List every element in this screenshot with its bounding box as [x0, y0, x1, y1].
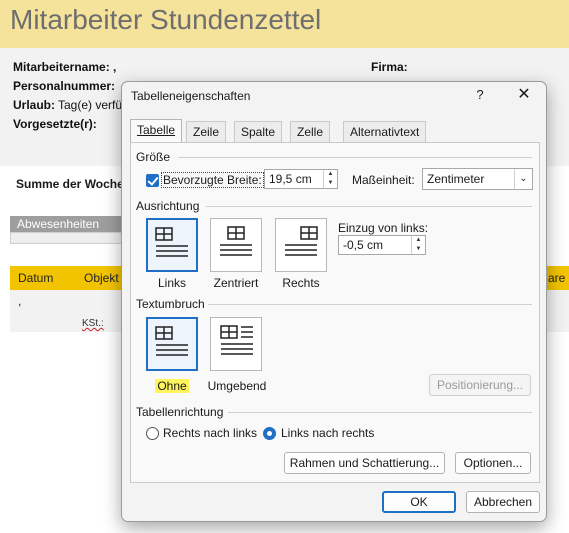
abwesenheiten-row	[10, 232, 122, 244]
ok-button[interactable]: OK	[382, 491, 456, 513]
positioning-button[interactable]: Positionierung...	[429, 374, 531, 396]
tab-tabelle-label: Tabelle	[137, 123, 176, 137]
tab-zelle[interactable]: Zelle	[290, 121, 331, 142]
spin-up-icon[interactable]: ▲	[324, 170, 337, 179]
preferred-width-stepper[interactable]: 19,5 cm ▲ ▼	[264, 169, 338, 189]
align-right-icon	[285, 226, 318, 256]
tab-tabelle[interactable]: Tabelle	[130, 119, 183, 142]
summe-heading: Summe der Wocher	[16, 177, 129, 191]
wrap-around-option[interactable]	[210, 317, 262, 371]
groesse-group-label: Größe	[136, 150, 171, 164]
cancel-button[interactable]: Abbrechen	[466, 491, 540, 513]
spin-down-icon[interactable]: ▼	[324, 179, 337, 188]
wrap-around-label: Umgebend	[207, 379, 267, 393]
unit-label: Maßeinheit:	[352, 173, 415, 187]
align-center-icon	[220, 226, 252, 256]
tab-alternativtext[interactable]: Alternativtext	[343, 121, 427, 142]
wrap-none-label-wrapper: Ohne	[146, 379, 198, 393]
unit-value: Zentimeter	[427, 172, 485, 186]
wrap-none-icon	[155, 326, 188, 356]
textumbruch-group-label: Textumbruch	[136, 297, 205, 311]
preferred-width-checkbox[interactable]	[146, 174, 159, 187]
tab-zelle-label: Zelle	[297, 125, 324, 139]
align-left-label: Links	[157, 276, 186, 290]
firma-label: Firma:	[371, 60, 408, 74]
align-right-option[interactable]	[275, 218, 327, 272]
tab-zeile-label: Zeile	[193, 125, 220, 139]
preferred-width-value: 19,5 cm	[269, 172, 312, 186]
textumbruch-divider	[208, 304, 532, 305]
tab-alternativtext-label: Alternativtext	[350, 125, 420, 139]
indent-label: Einzug von links:	[338, 221, 429, 235]
preferred-width-spin-buttons: ▲ ▼	[323, 170, 337, 188]
wrap-around-icon	[220, 325, 253, 355]
align-center-label: Zentriert	[213, 276, 259, 290]
indent-stepper[interactable]: -0,5 cm ▲ ▼	[338, 235, 426, 255]
align-right-label: Rechts	[282, 276, 320, 290]
borders-shading-button[interactable]: Rahmen und Schattierung...	[284, 452, 445, 474]
mitarbeitername-label: Mitarbeitername: ,	[13, 60, 117, 74]
ltr-radio[interactable]	[263, 427, 276, 440]
ausrichtung-group-label: Ausrichtung	[136, 199, 200, 213]
indent-spin-buttons: ▲ ▼	[411, 236, 425, 254]
table-header-partial: are	[548, 271, 566, 285]
chevron-down-icon: ⌄	[514, 169, 532, 189]
dialog-title: Tabelleneigenschaften	[131, 89, 251, 103]
rtl-label: Rechts nach links	[163, 426, 258, 440]
wrap-none-label: Ohne	[155, 379, 189, 393]
richtung-group-label: Tabellenrichtung	[136, 405, 224, 419]
preferred-width-label: Bevorzugte Breite:	[161, 172, 264, 188]
rtl-radio[interactable]	[146, 427, 159, 440]
vorgesetzte-label: Vorgesetzte(r):	[13, 117, 97, 131]
ltr-label: Links nach rechts	[281, 426, 375, 440]
personalnummer-label: Personalnummer:	[13, 79, 116, 93]
abwesenheiten-header: Abwesenheiten	[10, 216, 122, 232]
table-properties-dialog: Tabelleneigenschaften ? ✕ Tabelle Zeile …	[121, 81, 547, 522]
align-center-option[interactable]	[210, 218, 262, 272]
ausrichtung-divider	[206, 206, 532, 207]
spin-up-icon[interactable]: ▲	[412, 236, 425, 245]
wrap-none-option[interactable]	[146, 317, 198, 371]
indent-value: -0,5 cm	[343, 238, 384, 252]
spin-down-icon[interactable]: ▼	[412, 245, 425, 254]
unit-select[interactable]: Zentimeter ⌄	[422, 168, 533, 190]
groesse-divider	[178, 157, 532, 158]
tab-spalte-label: Spalte	[241, 125, 276, 139]
close-icon[interactable]: ✕	[512, 84, 536, 106]
table-cell-kst: KSt.:	[82, 318, 104, 329]
table-header-datum: Datum	[18, 271, 54, 285]
richtung-divider	[228, 412, 532, 413]
document-title: Mitarbeiter Stundenzettel	[10, 4, 322, 35]
help-button[interactable]: ?	[470, 85, 490, 105]
tab-zeile[interactable]: Zeile	[186, 121, 227, 142]
urlaub-value: Tag(e) verfü	[58, 98, 123, 112]
align-left-icon	[155, 227, 188, 257]
urlaub-label: Urlaub:	[13, 98, 55, 112]
align-left-option[interactable]	[146, 218, 198, 272]
table-cell-comma: ,	[18, 294, 22, 308]
table-header-objekt: Objekt	[84, 271, 119, 285]
tab-spalte[interactable]: Spalte	[234, 121, 283, 142]
options-button[interactable]: Optionen...	[455, 452, 531, 474]
